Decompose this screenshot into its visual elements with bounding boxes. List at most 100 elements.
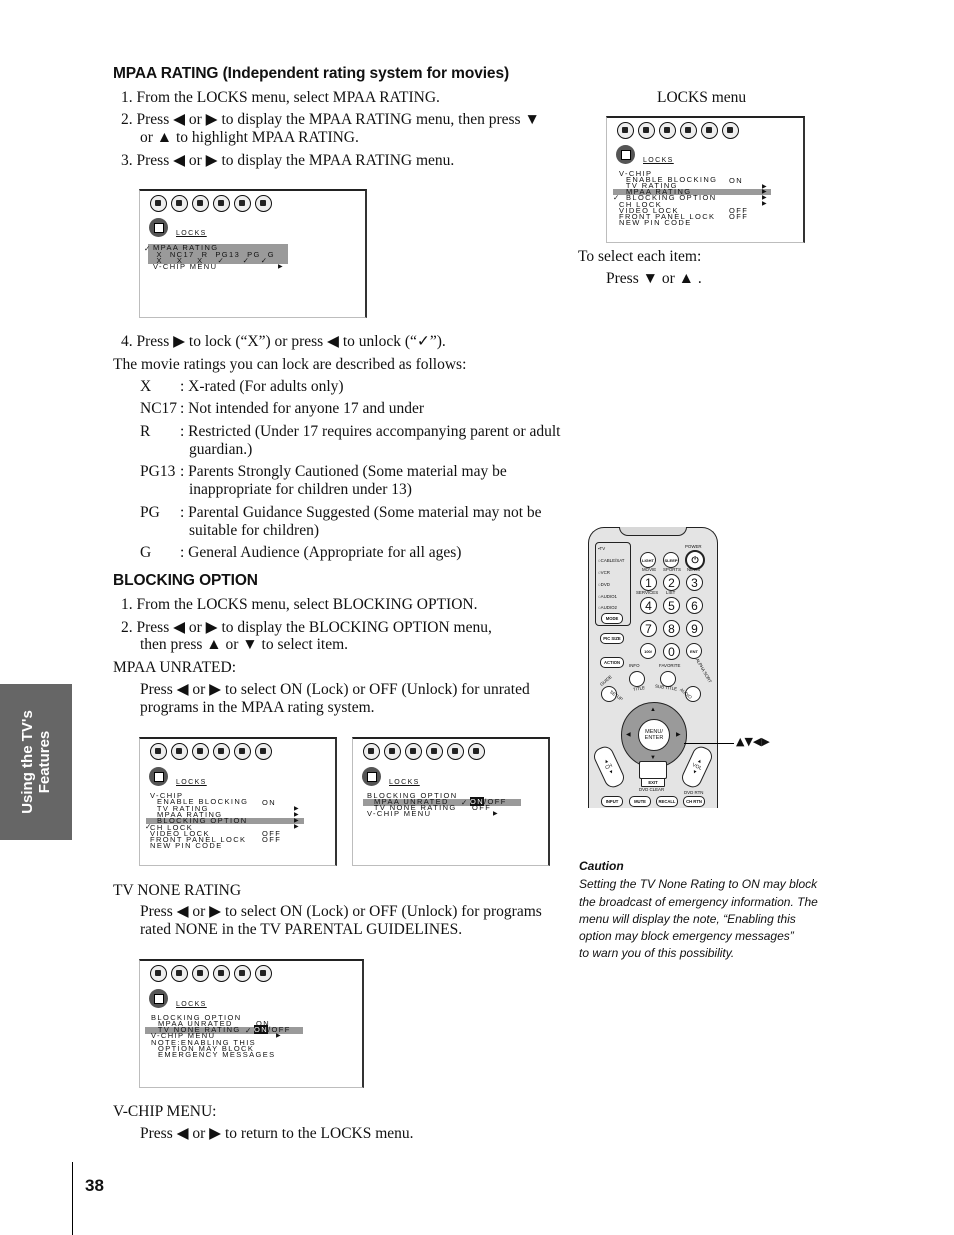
blocking-step-2: 2. Press ◀ or ▶ to display the BLOCKING …: [121, 619, 492, 636]
dpad-right-icon[interactable]: ▶: [676, 731, 681, 738]
preferences-icon: [234, 965, 251, 982]
digit-2-button[interactable]: 2: [663, 574, 680, 591]
info-label: INFO: [629, 663, 640, 668]
mode-button[interactable]: MODE: [601, 613, 623, 624]
digit-0-button[interactable]: 0: [663, 643, 680, 660]
check-icon: ✓: [461, 798, 469, 807]
caution-title: Caution: [579, 859, 624, 873]
locks-menu-icon: [149, 989, 168, 1008]
rating-desc: : Parents Strongly Cautioned (Some mater…: [180, 463, 507, 480]
digit-3-button[interactable]: 3: [686, 574, 703, 591]
ratings-intro: The movie ratings you can lock are descr…: [113, 356, 467, 373]
osd-menu-icons: [150, 965, 272, 982]
locks-icon: [255, 965, 272, 982]
mpaa-step-2b: or ▲ to highlight MPAA RATING.: [140, 129, 359, 146]
dpad-up-icon[interactable]: ▲: [650, 707, 656, 713]
setup-icon: [192, 743, 209, 760]
favorite-label: FAVORITE: [659, 663, 681, 668]
mode-audio1: ○AUDIO1: [598, 594, 617, 599]
audio-icon: [638, 122, 655, 139]
mpaa-unrated-text: Press ◀ or ▶ to select ON (Lock) or OFF …: [140, 681, 530, 698]
dpad-left-icon[interactable]: ◀: [626, 731, 631, 738]
channel-down-icon[interactable]: ▼: [608, 769, 615, 777]
osd-locks-screen: LOCKS V-CHIP ENABLE BLOCKING ON TV RATIN…: [606, 116, 805, 243]
rating-desc: : Not intended for anyone 17 and under: [180, 400, 425, 417]
page-number-rule: [72, 1162, 73, 1235]
applications-icon: [680, 122, 697, 139]
mpaa-unrated-text-cont: programs in the MPAA rating system.: [140, 699, 375, 716]
digit-1-button[interactable]: 1: [640, 574, 657, 591]
rating-code: PG: [140, 504, 160, 521]
osd-row-value: ON: [729, 176, 744, 185]
locks-menu-icon: [149, 767, 168, 786]
check-icon: ✓: [144, 244, 152, 253]
osd-menu-icons: [150, 195, 272, 212]
applications-icon: [213, 743, 230, 760]
preferences-icon: [701, 122, 718, 139]
osd-row-value: OFF: [729, 212, 749, 221]
digit-100-button[interactable]: 100/: [640, 643, 656, 659]
pic-size-button[interactable]: PIC SIZE: [600, 633, 624, 644]
locks-icon: [255, 743, 272, 760]
setup-icon: [192, 195, 209, 212]
digit-6-button[interactable]: 6: [686, 597, 703, 614]
menu-enter-button[interactable]: MENU/ ENTER: [638, 719, 670, 751]
caution-line: Setting the TV None Rating to ON may blo…: [579, 877, 818, 891]
picture-icon: [617, 122, 634, 139]
osd-on-selected: ON: [254, 1025, 269, 1034]
volume-rocker[interactable]: ▲ VOL ▼: [679, 743, 715, 791]
title-label: TITLE: [632, 684, 646, 693]
picture-icon: [363, 743, 380, 760]
arrow-right-icon: ▶: [294, 824, 301, 830]
side-tab-line2: Features: [36, 730, 53, 794]
remote-control: ▪TV ○CABLE/SAT ○VCR ○DVD ○AUDIO1 ○AUDIO2…: [588, 527, 718, 808]
arrow-right-icon: ▶: [493, 811, 500, 817]
volume-down-icon[interactable]: ▼: [691, 769, 698, 777]
rating-desc: : General Audience (Appropriate for all …: [180, 544, 462, 561]
setup-icon: [405, 743, 422, 760]
osd-row-new-pin-code: NEW PIN CODE: [619, 218, 692, 227]
channel-rocker[interactable]: ▲ CH ▼: [591, 743, 627, 791]
recall-button[interactable]: RECALL: [656, 796, 678, 807]
rating-code: X: [140, 378, 152, 395]
preferences-icon: [234, 743, 251, 760]
preferences-icon: [234, 195, 251, 212]
picture-icon: [150, 743, 167, 760]
osd-row-value: ON: [262, 798, 277, 807]
audio-icon: [171, 965, 188, 982]
exit-button[interactable]: EXIT: [641, 778, 665, 787]
light-button[interactable]: LIGHT: [640, 552, 656, 568]
subtitle-label: SUB TITLE: [654, 683, 678, 692]
list-label: LIST: [666, 590, 676, 595]
digit-4-button[interactable]: 4: [640, 597, 657, 614]
sleep-button[interactable]: SLEEP: [663, 552, 679, 568]
digit-8-button[interactable]: 8: [663, 620, 680, 637]
blocking-step-2b: then press ▲ or ▼ to select item.: [140, 636, 349, 653]
setup-icon: [659, 122, 676, 139]
dpad[interactable]: ▲ ▼ ◀ ▶ MENU/ ENTER: [621, 702, 687, 768]
power-label: POWER: [685, 544, 702, 549]
digit-9-button[interactable]: 9: [686, 620, 703, 637]
audio-icon: [384, 743, 401, 760]
mpaa-step-3: 3. Press ◀ or ▶ to display the MPAA RATI…: [121, 152, 455, 169]
mute-button[interactable]: MUTE: [629, 796, 651, 807]
alpha-sort-label: ALPHA SORT: [694, 657, 713, 684]
blocking-heading: BLOCKING OPTION: [113, 572, 258, 589]
tv-none-label: TV NONE RATING: [113, 882, 242, 899]
action-button[interactable]: ACTION: [600, 657, 624, 668]
digit-7-button[interactable]: 7: [640, 620, 657, 637]
rating-code: NC17: [140, 400, 178, 417]
section-side-tab: Using the TV's Features: [0, 684, 72, 840]
mpaa-unrated-label: MPAA UNRATED:: [113, 659, 237, 676]
ch-rtn-button[interactable]: CH RTN: [683, 796, 705, 807]
digit-5-button[interactable]: 5: [663, 597, 680, 614]
input-button[interactable]: INPUT: [601, 796, 623, 807]
preferences-icon: [447, 743, 464, 760]
osd-menu-icons: [363, 743, 485, 760]
osd-locks-title: LOCKS: [643, 157, 674, 164]
guide-label: GUIDE: [599, 674, 613, 687]
osd-locks-title: LOCKS: [176, 230, 207, 237]
side-tab-line1: Using the TV's: [19, 710, 36, 814]
ent-button[interactable]: ENT: [686, 643, 702, 659]
locks-menu-icon: [616, 145, 635, 164]
